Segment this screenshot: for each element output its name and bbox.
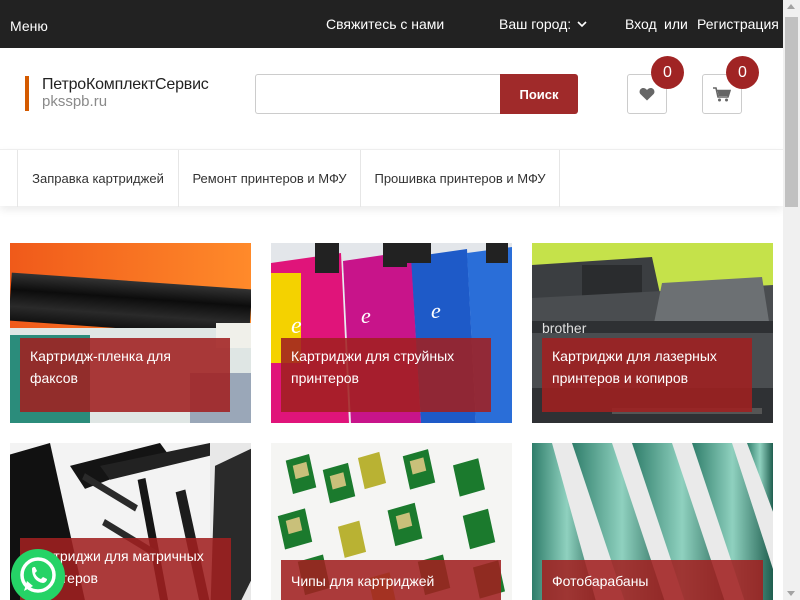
logo-domain: pkssрb.ru [42,93,108,110]
category-card-chips[interactable]: Чипы для картриджей [271,443,512,600]
or-text: или [664,16,688,32]
scroll-down-arrow-icon[interactable] [787,591,795,596]
city-selector[interactable]: Ваш город: [499,16,587,32]
cart-icon [713,86,731,101]
login-link[interactable]: Вход [625,16,657,32]
chevron-down-icon [577,21,587,28]
nav-tab-printer-firmware[interactable]: Прошивка принтеров и МФУ [360,150,560,207]
search-form: Поиск [255,74,578,114]
category-card-inkjet[interactable]: e e e Картриджи для струйных принтеров [271,243,512,423]
search-button[interactable]: Поиск [500,74,578,114]
scroll-up-arrow-icon[interactable] [787,4,795,9]
category-card-laser[interactable]: brother Картриджи для лазерных принтеров… [532,243,773,423]
favorites-count-badge: 0 [651,56,684,89]
scrollbar-thumb[interactable] [785,17,798,207]
heart-icon [639,87,655,101]
service-nav: Заправка картриджей Ремонт принтеров и М… [0,149,783,207]
contact-link[interactable]: Свяжитесь с нами [326,16,444,32]
whatsapp-icon[interactable] [10,548,66,600]
svg-text:e: e [361,303,371,328]
top-bar: Меню Свяжитесь с нами Ваш город: Вход ил… [0,0,783,48]
category-label: Картриджи для лазерных принтеров и копир… [542,338,752,412]
cart-count-badge: 0 [726,56,759,89]
nav-tab-cartridge-refill[interactable]: Заправка картриджей [17,150,178,207]
menu-button[interactable]: Меню [10,18,48,34]
category-label: Фотобарабаны [542,560,763,600]
category-label: Чипы для картриджей [281,560,501,600]
category-label: Картриджи для струйных принтеров [281,338,491,412]
category-label: Картридж-пленка для факсов [20,338,230,412]
page: Меню Свяжитесь с нами Ваш город: Вход ил… [0,0,783,600]
logo-bar [25,76,29,111]
search-input[interactable] [255,74,501,114]
browser-viewport: Меню Свяжитесь с нами Ваш город: Вход ил… [0,0,800,600]
city-label: Ваш город: [499,16,572,32]
logo-name: ПетроКомплектСервис [42,76,209,93]
category-card-fax-film[interactable]: Картридж-пленка для факсов [10,243,251,423]
svg-text:e: e [431,298,441,323]
page-scrollbar[interactable] [783,0,800,600]
category-card-drums[interactable]: Фотобарабаны [532,443,773,600]
nav-tab-printer-repair[interactable]: Ремонт принтеров и МФУ [178,150,360,207]
svg-text:e: e [291,313,302,339]
svg-text:brother: brother [542,320,587,336]
register-link[interactable]: Регистрация [697,16,779,32]
